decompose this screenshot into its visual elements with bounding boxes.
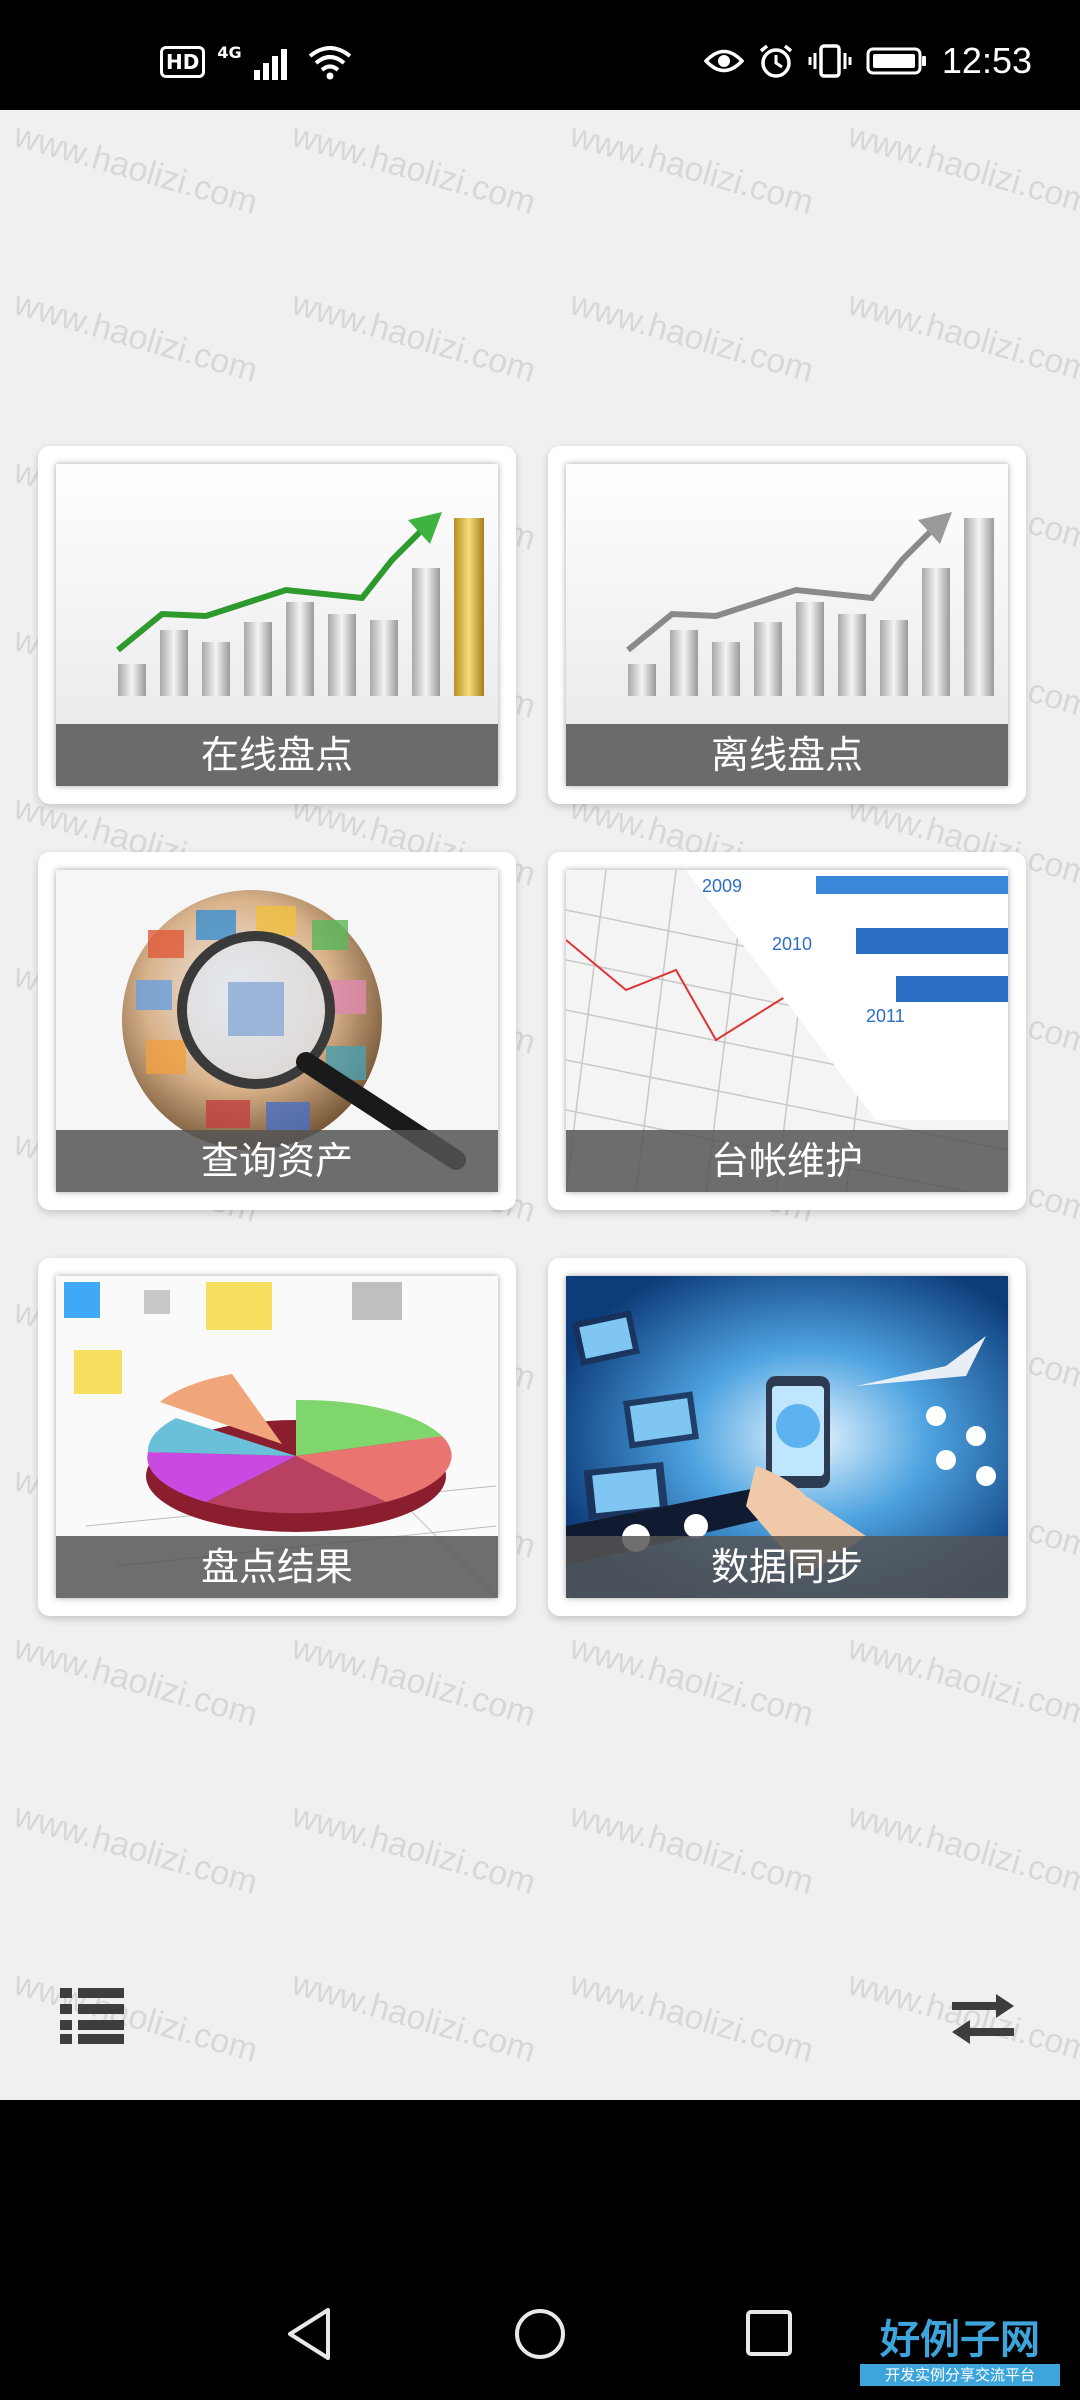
watermark-text: www.haolizi.com	[843, 1796, 1080, 1902]
watermark-text: www.haolizi.com	[565, 116, 818, 222]
ledger-year-2011: 2011	[866, 1006, 905, 1026]
tile-ledger-maintenance[interactable]: 2009 2010 2011 台帐维护	[548, 852, 1026, 1210]
tile-image-frame: 盘点结果	[56, 1276, 498, 1598]
watermark-text: www.haolizi.com	[9, 1796, 262, 1902]
vibrate-icon	[808, 44, 852, 78]
wifi-icon	[308, 46, 351, 80]
watermark-text: www.haolizi.com	[287, 1796, 540, 1902]
tile-image-frame: 数据同步	[566, 1276, 1008, 1598]
tile-label: 离线盘点	[566, 724, 1008, 786]
watermark-text: www.haolizi.com	[9, 284, 262, 390]
watermark-text: www.haolizi.com	[287, 284, 540, 390]
ledger-year-2010: 2010	[772, 934, 812, 954]
tile-image-frame: 2009 2010 2011 台帐维护	[566, 870, 1008, 1192]
brand-name: 好例子网	[880, 2316, 1040, 2363]
tile-label: 数据同步	[566, 1536, 1008, 1598]
tile-query-assets[interactable]: 查询资产	[38, 852, 516, 1210]
tile-online-inventory[interactable]: 在线盘点	[38, 446, 516, 804]
ledger-year-2009: 2009	[702, 876, 742, 896]
watermark-text: www.haolizi.com	[9, 116, 262, 222]
alarm-icon	[759, 44, 793, 78]
tile-image-frame: 在线盘点	[56, 464, 498, 786]
app-screen: www.haolizi.com www.haolizi.com www.haoliz…	[0, 110, 1080, 2100]
list-icon[interactable]	[60, 1988, 124, 2044]
hd-badge: HD	[160, 46, 206, 78]
back-icon[interactable]	[284, 2306, 336, 2362]
tile-offline-inventory[interactable]: 离线盘点	[548, 446, 1026, 804]
brand-tagline: 开发实例分享交流平台	[860, 2364, 1060, 2386]
tile-label: 查询资产	[56, 1130, 498, 1192]
signal-icon	[253, 49, 287, 80]
watermark-text: www.haolizi.com	[843, 1628, 1080, 1734]
watermark-text: www.haolizi.com	[287, 116, 540, 222]
clock: 12:53	[941, 40, 1032, 81]
status-right: 12:53	[703, 40, 1032, 82]
watermark-text: www.haolizi.com	[9, 1628, 262, 1734]
watermark-text: www.haolizi.com	[565, 1964, 818, 2070]
home-icon[interactable]	[512, 2306, 568, 2362]
battery-icon	[866, 47, 926, 75]
watermark-text: www.haolizi.com	[565, 1628, 818, 1734]
watermark-text: www.haolizi.com	[843, 284, 1080, 390]
watermark-text: www.haolizi.com	[565, 284, 818, 390]
swap-arrows-icon[interactable]	[952, 1992, 1014, 2044]
status-bar: HD 4G 12:53	[0, 0, 1080, 110]
tile-data-sync[interactable]: 数据同步	[548, 1258, 1026, 1616]
tile-label: 盘点结果	[56, 1536, 498, 1598]
brand-watermark-logo: 好例子网 开发实例分享交流平台	[860, 2318, 1060, 2386]
recents-icon[interactable]	[744, 2306, 796, 2362]
network-type: 4G	[217, 42, 242, 62]
watermark-text: www.haolizi.com	[287, 1964, 540, 2070]
tile-inventory-result[interactable]: 盘点结果	[38, 1258, 516, 1616]
tile-image-frame: 查询资产	[56, 870, 498, 1192]
watermark-text: www.haolizi.com	[287, 1628, 540, 1734]
status-left: HD 4G	[160, 42, 352, 80]
tile-image-frame: 离线盘点	[566, 464, 1008, 786]
watermark-text: www.haolizi.com	[843, 116, 1080, 222]
watermark-text: www.haolizi.com	[565, 1796, 818, 1902]
tile-label: 在线盘点	[56, 724, 498, 786]
tile-label: 台帐维护	[566, 1130, 1008, 1192]
eye-icon	[703, 49, 744, 73]
watermark-text: www.haolizi.com	[9, 1964, 262, 2070]
